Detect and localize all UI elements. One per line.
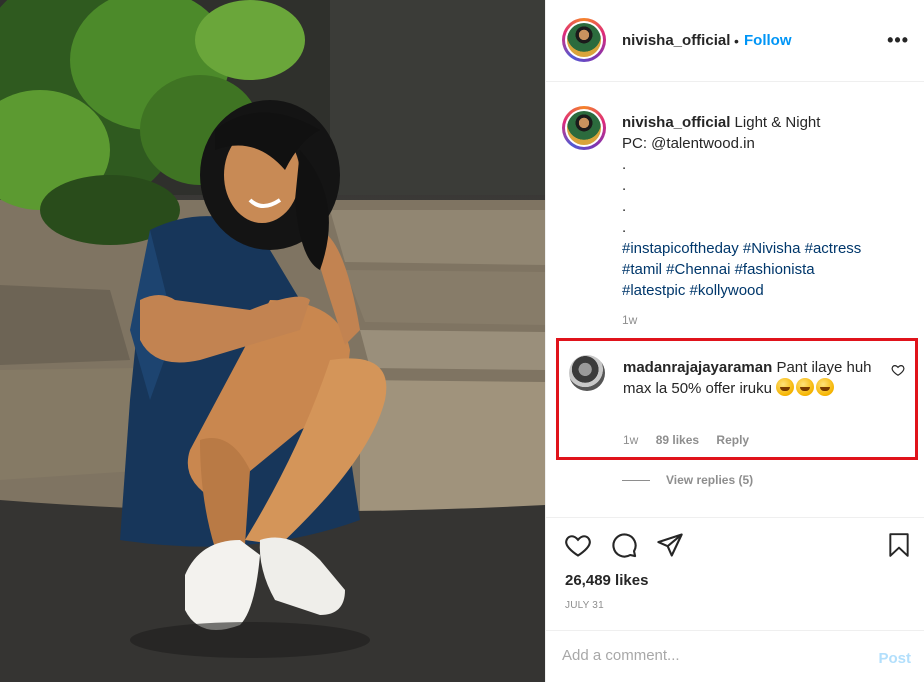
comment-timestamp[interactable]: 1w (623, 433, 638, 447)
add-comment-bar: Post (546, 630, 924, 682)
profile-avatar[interactable] (562, 18, 606, 62)
share-icon[interactable] (656, 531, 684, 559)
heart-icon[interactable] (564, 531, 592, 559)
rofl-emoji-icon (796, 378, 815, 396)
view-replies-label[interactable]: View replies (5) (666, 473, 753, 487)
post-likes-count[interactable]: 26,489 likes (565, 572, 648, 589)
caption-avatar[interactable] (562, 106, 606, 150)
post-details-panel: nivisha_official • Follow ••• nivisha_of… (545, 0, 924, 682)
comment-text: madanrajajayaraman Pant ilaye huh max la… (623, 357, 878, 399)
caption-dot: . (622, 198, 627, 215)
comment-like-heart-icon[interactable] (891, 363, 905, 377)
header-username[interactable]: nivisha_official (622, 32, 730, 49)
caption-line1: Light & Night (734, 114, 821, 131)
caption-timestamp[interactable]: 1w (622, 313, 637, 327)
rofl-emoji-icon (816, 378, 835, 396)
post-date[interactable]: JULY 31 (565, 600, 604, 611)
commenter-avatar[interactable] (569, 355, 605, 391)
caption-username[interactable]: nivisha_official (622, 114, 730, 131)
caption-line2: PC: @talentwood.in (622, 135, 755, 152)
photo-illustration (0, 0, 545, 682)
caption-dot: . (622, 177, 627, 194)
bookmark-icon[interactable] (886, 531, 912, 559)
comment-input[interactable] (562, 647, 842, 664)
view-replies-button[interactable]: View replies (5) (622, 473, 753, 487)
post-header: nivisha_official • Follow ••• (546, 0, 924, 82)
comment-meta: 1w 89 likes Reply (623, 433, 763, 447)
caption-dot: . (622, 219, 627, 236)
hashtags-line2[interactable]: #tamil #Chennai #fashionista (622, 261, 815, 278)
separator-dot: • (734, 33, 739, 49)
caption-text: nivisha_official Light & Night PC: @tale… (622, 112, 912, 301)
hashtags-line1[interactable]: #instapicoftheday #Nivisha #actress (622, 240, 861, 257)
caption-dot: . (622, 156, 627, 173)
comment-likes[interactable]: 89 likes (656, 433, 699, 447)
post-photo (0, 0, 545, 682)
hashtags-line3[interactable]: #latestpic #kollywood (622, 282, 764, 299)
rofl-emoji-icon (776, 378, 795, 396)
follow-button[interactable]: Follow (744, 32, 792, 49)
highlighted-comment: madanrajajayaraman Pant ilaye huh max la… (556, 338, 918, 460)
more-options-icon[interactable]: ••• (887, 30, 909, 51)
replies-divider (622, 480, 650, 482)
commenter-username[interactable]: madanrajajayaraman (623, 359, 772, 376)
post-comment-button[interactable]: Post (878, 650, 911, 667)
reply-button[interactable]: Reply (716, 433, 749, 447)
comment-icon[interactable] (610, 531, 638, 559)
post-actions: 26,489 likes JULY 31 (546, 517, 924, 629)
